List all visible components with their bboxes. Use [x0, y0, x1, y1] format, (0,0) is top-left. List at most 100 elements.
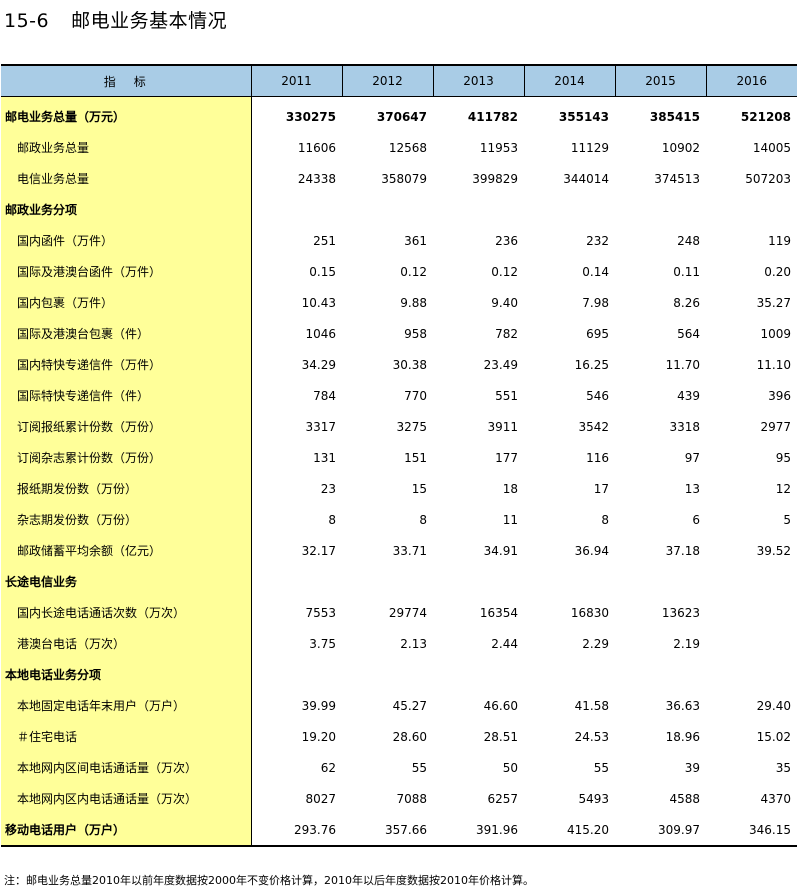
table-row: 本地网内区内电话通话量（万次） 8027 7088 6257 5493 4588…	[1, 783, 797, 814]
table-cell: 0.12	[491, 264, 518, 279]
table-cell: 39.99	[301, 698, 336, 713]
table-cell: 551	[495, 388, 518, 403]
table-cell: 23	[320, 481, 336, 496]
row-label: 邮电业务总量（万元）	[1, 96, 252, 132]
table-cell: 41.58	[574, 698, 609, 713]
table-cell: 17	[593, 481, 609, 496]
table-cell: 958	[404, 326, 427, 341]
table-cell: 5	[783, 512, 791, 527]
table-cell: 232	[586, 233, 609, 248]
table-cell: 13	[684, 481, 700, 496]
row-label: 国际特快专递信件（件）	[1, 380, 252, 411]
table-cell: 35.27	[756, 295, 791, 310]
table-cell: 7.98	[582, 295, 609, 310]
table-cell: 10.43	[301, 295, 336, 310]
table-cell: 29.40	[756, 698, 791, 713]
table-row: 国际及港澳台函件（万件） 0.15 0.12 0.12 0.14 0.11 0.…	[1, 256, 797, 287]
table-cell: 95	[775, 450, 791, 465]
table-cell: 19.20	[301, 729, 336, 744]
table-cell: 8027	[305, 791, 336, 806]
table-cell: 8	[419, 512, 427, 527]
table-cell: 23.49	[483, 357, 518, 372]
table-cell: 2.19	[673, 636, 700, 651]
table-cell: 330275	[285, 109, 336, 124]
table-row: 邮电业务总量（万元） 330275 370647 411782 355143 3…	[1, 96, 797, 132]
table-cell	[706, 194, 797, 225]
table-cell	[706, 659, 797, 690]
table-cell	[615, 659, 706, 690]
table-cell: 10902	[661, 140, 700, 155]
table-cell	[615, 194, 706, 225]
table-cell: 55	[593, 760, 609, 775]
table-cell: 34.91	[483, 543, 518, 558]
table-header-row: 指标 2011 2012 2013 2014 2015 2016	[1, 64, 797, 97]
row-label: ＃住宅电话	[1, 721, 252, 752]
table-cell: 358079	[381, 171, 427, 186]
table-cell: 507203	[745, 171, 791, 186]
table-cell: 45.27	[392, 698, 427, 713]
table-row: 长途电信业务	[1, 566, 797, 597]
table-row: 电信业务总量 24338 358079 399829 344014 374513…	[1, 163, 797, 194]
table-row: 邮政业务分项	[1, 194, 797, 225]
table-cell: 11.10	[756, 357, 791, 372]
table-cell	[342, 659, 433, 690]
row-label: 国内包裹（万件）	[1, 287, 252, 318]
table-cell: 439	[677, 388, 700, 403]
table-cell: 131	[313, 450, 336, 465]
table-cell: 39.52	[756, 543, 791, 558]
table-cell: 782	[495, 326, 518, 341]
table-cell: 9.40	[491, 295, 518, 310]
table-cell: 0.14	[582, 264, 609, 279]
table-cell: 8	[601, 512, 609, 527]
table-cell: 9.88	[400, 295, 427, 310]
row-label: 港澳台电话（万次）	[1, 628, 252, 659]
table-cell: 12	[775, 481, 791, 496]
table-cell: 14005	[752, 140, 791, 155]
row-label: 邮政储蓄平均余额（亿元）	[1, 535, 252, 566]
table-row: ＃住宅电话 19.20 28.60 28.51 24.53 18.96 15.0…	[1, 721, 797, 752]
table-cell: 97	[684, 450, 700, 465]
table-cell: 177	[495, 450, 518, 465]
table-row: 本地电话业务分项	[1, 659, 797, 690]
table-cell: 415.20	[524, 814, 615, 847]
table-row: 杂志期发份数（万份） 8 8 11 8 6 5	[1, 504, 797, 535]
table-row: 本地网内区间电话通话量（万次） 62 55 50 55 39 35	[1, 752, 797, 783]
header-year-2014: 2014	[523, 64, 615, 97]
table-cell: 2.13	[400, 636, 427, 651]
table-row: 国际特快专递信件（件） 784 770 551 546 439 396	[1, 380, 797, 411]
table-cell	[524, 566, 615, 597]
table-row: 国内包裹（万件） 10.43 9.88 9.40 7.98 8.26 35.27	[1, 287, 797, 318]
table-row: 订阅报纸累计份数（万份） 3317 3275 3911 3542 3318 29…	[1, 411, 797, 442]
table-cell: 396	[768, 388, 791, 403]
row-label: 国内函件（万件）	[1, 225, 252, 256]
table-cell	[615, 566, 706, 597]
table-cell: 34.29	[301, 357, 336, 372]
table-cell: 11.70	[665, 357, 700, 372]
table-cell: 12568	[388, 140, 427, 155]
table-cell: 30.38	[392, 357, 427, 372]
table-cell: 355143	[558, 109, 609, 124]
table-cell: 361	[404, 233, 427, 248]
table-cell: 309.97	[615, 814, 706, 847]
table-cell: 8	[328, 512, 336, 527]
table-cell: 15.02	[756, 729, 791, 744]
table-cell: 357.66	[342, 814, 433, 847]
table-cell: 5493	[578, 791, 609, 806]
row-label: 本地固定电话年末用户（万户）	[1, 690, 252, 721]
header-year-2016: 2016	[705, 64, 797, 97]
table-cell: 7088	[396, 791, 427, 806]
table-cell: 236	[495, 233, 518, 248]
table-cell: 8.26	[673, 295, 700, 310]
row-label: 报纸期发份数（万份）	[1, 473, 252, 504]
table-cell: 784	[313, 388, 336, 403]
header-year-2015: 2015	[614, 64, 706, 97]
table-cell	[524, 194, 615, 225]
header-year-2013: 2013	[432, 64, 524, 97]
table-cell: 391.96	[433, 814, 524, 847]
table-row: 国内特快专递信件（万件） 34.29 30.38 23.49 16.25 11.…	[1, 349, 797, 380]
table-cell: 151	[404, 450, 427, 465]
row-label: 本地网内区内电话通话量（万次）	[1, 783, 252, 814]
table-cell: 11129	[570, 140, 609, 155]
table-cell: 1009	[760, 326, 791, 341]
table-cell: 24.53	[574, 729, 609, 744]
